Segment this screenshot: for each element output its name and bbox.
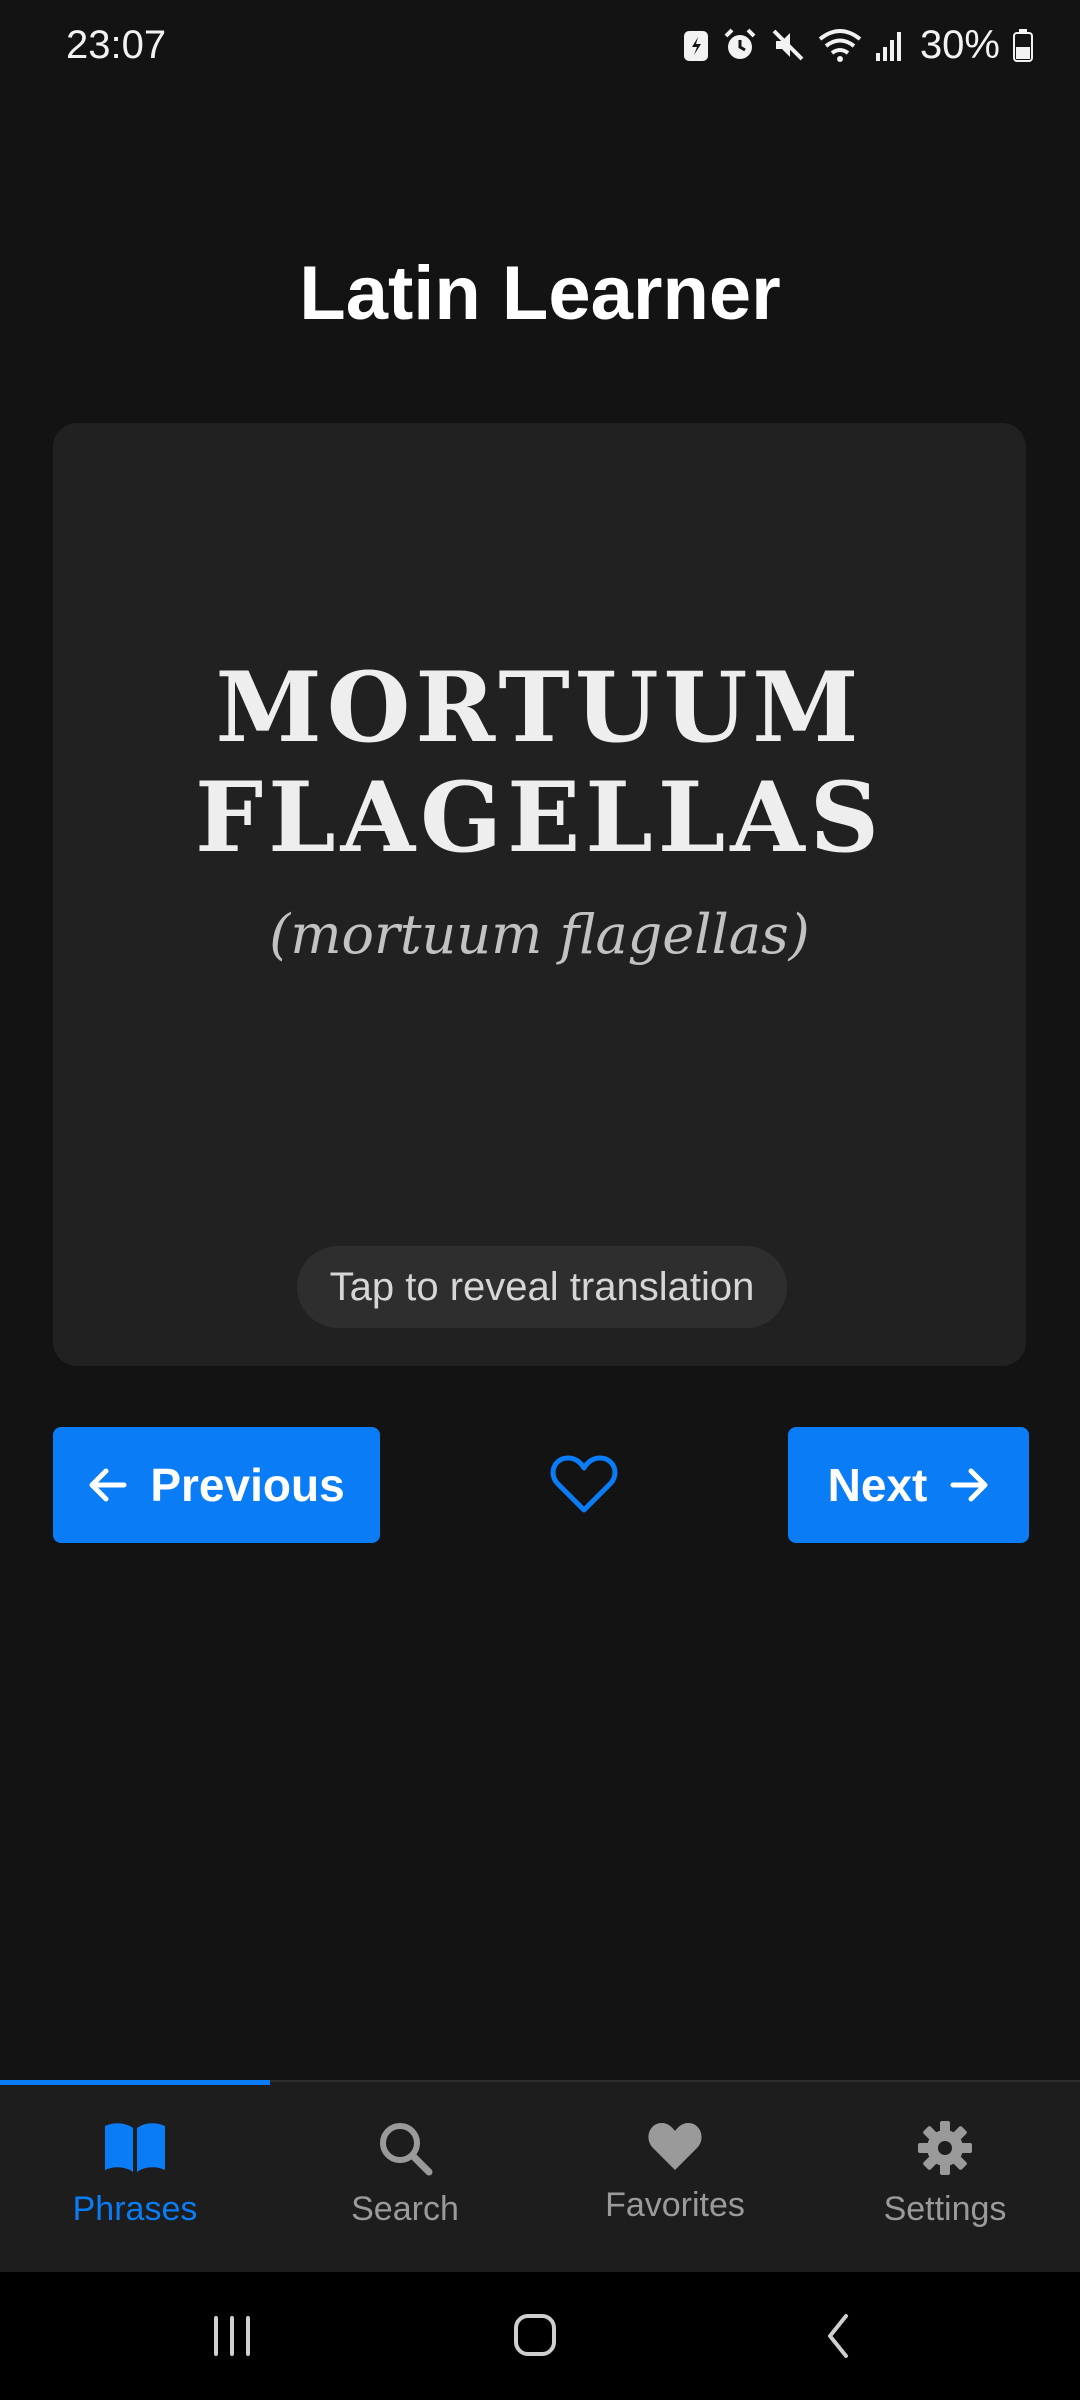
tab-search[interactable]: Search xyxy=(270,2082,540,2272)
tab-label-favorites: Favorites xyxy=(605,2186,745,2224)
battery-percent: 30% xyxy=(919,22,1000,67)
alarm-icon xyxy=(724,28,756,59)
status-bar: 23:07 30% xyxy=(0,0,1080,90)
pronunciation: (mortuum flagellas) xyxy=(269,903,810,966)
home-icon[interactable] xyxy=(512,2310,560,2362)
bottom-nav: Phrases Search Favorites Settings xyxy=(0,2080,1080,2272)
status-icons: 30% xyxy=(682,23,1034,68)
tab-favorites[interactable]: Favorites xyxy=(540,2082,810,2272)
page-title: Latin Learner xyxy=(299,251,781,336)
heart-icon xyxy=(648,2123,702,2170)
arrow-right-icon xyxy=(950,1468,988,1502)
book-open-icon xyxy=(105,2123,165,2172)
previous-button[interactable]: Previous xyxy=(53,1427,380,1543)
search-icon xyxy=(380,2123,433,2176)
recent-apps-icon[interactable] xyxy=(210,2310,254,2362)
mute-icon xyxy=(772,29,804,61)
wifi-icon xyxy=(818,29,862,62)
back-icon[interactable] xyxy=(820,2310,856,2362)
tab-settings[interactable]: Settings xyxy=(810,2082,1080,2272)
gear-icon xyxy=(918,2121,972,2175)
previous-label: Previous xyxy=(150,1459,345,1511)
signal-icon xyxy=(875,32,901,61)
phrase-line-1: MORTUUM xyxy=(215,651,864,764)
phrase-card[interactable]: MORTUUM FLAGELLAS (mortuum flagellas) Ta… xyxy=(53,423,1026,1366)
arrow-left-icon xyxy=(89,1468,127,1502)
status-time: 23:07 xyxy=(66,22,167,67)
tab-phrases[interactable]: Phrases xyxy=(0,2082,270,2272)
latin-phrase: MORTUUM FLAGELLAS xyxy=(53,653,1026,873)
battery-saver-icon xyxy=(683,31,708,61)
tab-label-phrases: Phrases xyxy=(72,2190,198,2228)
system-nav-bar xyxy=(0,2272,1080,2400)
phrase-line-2: FLAGELLAS xyxy=(194,761,885,874)
next-button[interactable]: Next xyxy=(788,1427,1029,1543)
favorite-heart-icon[interactable] xyxy=(550,1452,618,1516)
tab-label-settings: Settings xyxy=(883,2190,1007,2228)
active-tab-indicator xyxy=(0,2080,270,2085)
battery-icon xyxy=(1013,29,1033,62)
next-label: Next xyxy=(827,1459,928,1511)
tab-label-search: Search xyxy=(351,2190,459,2228)
reveal-translation-button[interactable]: Tap to reveal translation xyxy=(297,1246,787,1328)
